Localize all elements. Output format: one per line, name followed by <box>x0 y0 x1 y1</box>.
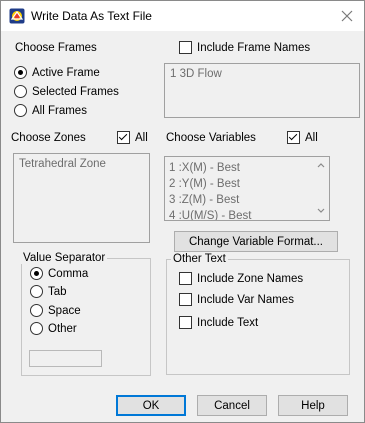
close-icon[interactable] <box>338 7 356 25</box>
variable-item[interactable]: 4 :U(M/S) - Best <box>169 210 251 220</box>
radio-active-frame[interactable] <box>14 66 27 79</box>
radio-tab-label: Tab <box>48 286 67 298</box>
ok-button[interactable]: OK <box>116 395 186 416</box>
radio-active-frame-label: Active Frame <box>32 67 100 79</box>
radio-all-frames-label: All Frames <box>32 105 87 117</box>
radio-comma[interactable] <box>30 267 43 280</box>
help-button[interactable]: Help <box>278 395 348 416</box>
include-var-names-checkbox[interactable] <box>179 293 192 306</box>
write-data-dialog: Write Data As Text File Choose Frames In… <box>0 0 365 423</box>
window-title: Write Data As Text File <box>31 9 152 23</box>
radio-other-label: Other <box>48 323 77 335</box>
radio-comma-label: Comma <box>48 268 89 280</box>
frames-list[interactable]: 1 3D Flow <box>164 63 360 118</box>
value-separator-heading: Value Separator <box>21 252 108 264</box>
include-frame-names-checkbox[interactable] <box>179 41 192 54</box>
variable-item[interactable]: 2 :Y(M) - Best <box>169 178 240 190</box>
variables-all-label: All <box>305 132 318 144</box>
scroll-down-icon <box>317 208 325 213</box>
variables-list[interactable]: 1 :X(M) - Best 2 :Y(M) - Best 3 :Z(M) - … <box>164 156 330 221</box>
other-separator-field[interactable] <box>29 350 102 367</box>
variables-all-checkbox[interactable] <box>287 131 300 144</box>
radio-tab[interactable] <box>30 285 43 298</box>
zones-list-item[interactable]: Tetrahedral Zone <box>19 158 106 170</box>
include-zone-names-label: Include Zone Names <box>197 273 304 285</box>
include-text-label: Include Text <box>197 317 259 329</box>
radio-space-label: Space <box>48 305 81 317</box>
choose-zones-heading: Choose Zones <box>11 132 86 144</box>
include-zone-names-checkbox[interactable] <box>179 272 192 285</box>
radio-space[interactable] <box>30 304 43 317</box>
title-bar: Write Data As Text File <box>1 1 364 31</box>
scroll-up-icon <box>317 163 325 168</box>
include-var-names-label: Include Var Names <box>197 294 294 306</box>
radio-selected-frames-label: Selected Frames <box>32 86 119 98</box>
change-variable-format-button[interactable]: Change Variable Format... <box>174 231 338 252</box>
frames-list-item[interactable]: 1 3D Flow <box>170 68 222 80</box>
tecplot-app-icon <box>9 8 25 24</box>
cancel-button[interactable]: Cancel <box>197 395 267 416</box>
radio-all-frames[interactable] <box>14 104 27 117</box>
variable-item[interactable]: 1 :X(M) - Best <box>169 162 240 174</box>
include-text-checkbox[interactable] <box>179 316 192 329</box>
radio-selected-frames[interactable] <box>14 85 27 98</box>
variable-item[interactable]: 3 :Z(M) - Best <box>169 194 239 206</box>
choose-frames-heading: Choose Frames <box>15 42 97 54</box>
other-text-heading: Other Text <box>171 253 228 265</box>
variables-scrollbar[interactable] <box>313 157 329 220</box>
include-frame-names-label: Include Frame Names <box>197 42 311 54</box>
zones-all-label: All <box>135 132 148 144</box>
zones-all-checkbox[interactable] <box>117 131 130 144</box>
choose-variables-heading: Choose Variables <box>166 132 256 144</box>
radio-other[interactable] <box>30 322 43 335</box>
zones-list[interactable]: Tetrahedral Zone <box>13 153 150 243</box>
